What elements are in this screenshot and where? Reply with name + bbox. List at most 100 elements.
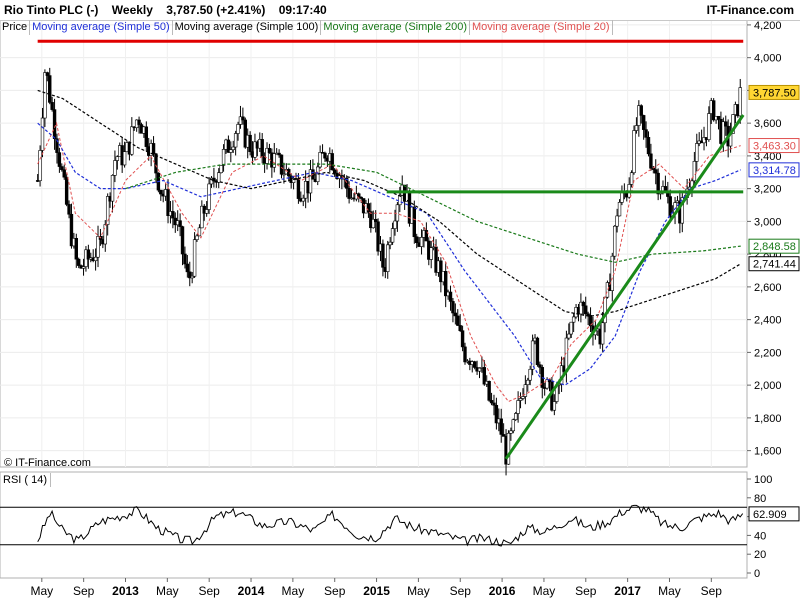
candle-body [219, 165, 223, 174]
y-tick-label: 3,600 [754, 118, 782, 130]
rsi-tick-label: 20 [754, 549, 766, 561]
candle-body [530, 340, 535, 370]
candle-body [584, 305, 588, 315]
x-tick-label: May [533, 584, 556, 598]
rsi-tick-label: 80 [754, 493, 766, 505]
candle-body [472, 361, 477, 368]
candle-body [419, 237, 424, 247]
price-chart[interactable]: 4,2004,0003,8003,6003,4003,2003,0002,800… [0, 0, 800, 600]
legend-ma200[interactable]: Moving average (Simple 200) [321, 20, 471, 35]
candle-body [151, 143, 156, 155]
y-tick-label: 4,000 [754, 53, 782, 65]
y-tick-label: 2,200 [754, 347, 782, 359]
candle-body [390, 228, 395, 243]
candle-body [381, 243, 385, 268]
x-tick-label: Sep [324, 584, 346, 598]
candle-body [716, 115, 721, 120]
candle-body [415, 236, 419, 244]
candle-body [386, 244, 390, 272]
candle-body [195, 235, 199, 240]
x-tick-label: 2015 [363, 584, 390, 598]
candle-body [463, 346, 467, 363]
candle-body [724, 121, 728, 127]
candle-body [185, 263, 190, 273]
last-price-badge-text: 3,787.50 [753, 87, 796, 99]
candle-body [296, 178, 301, 199]
candle-body [615, 215, 619, 227]
candle-body [204, 209, 209, 214]
ma20-badge-text: 3,463.30 [753, 141, 796, 153]
instrument-name: Rio Tinto PLC (-) [4, 3, 99, 17]
candle-body [93, 256, 98, 262]
rsi-panel [0, 471, 748, 579]
candle-body [221, 149, 226, 166]
legend-ma50[interactable]: Moving average (Simple 50) [30, 20, 173, 35]
candle-body [62, 169, 66, 178]
candle-body [429, 247, 433, 260]
candle-body [451, 301, 455, 314]
x-tick-label: 2014 [238, 584, 265, 598]
candle-body [267, 147, 272, 154]
x-tick-label: Sep [450, 584, 472, 598]
x-axis: May Sep 2013 May Sep 2014 May Sep 2015 May Sep 2016… [30, 578, 722, 598]
candle-body [511, 419, 515, 432]
candle-body [137, 119, 141, 125]
candle-body [499, 418, 503, 435]
y-tick-label: 2,400 [754, 315, 782, 327]
candle-body [178, 220, 182, 227]
candle-body [646, 137, 651, 155]
candle-body [393, 220, 397, 229]
candle-body [514, 413, 518, 420]
ma200-badge-text: 2,848.58 [753, 241, 796, 253]
ma50-badge-text: 3,314.78 [753, 165, 796, 177]
y-tick-label: 2,000 [754, 380, 782, 392]
candle-body [644, 129, 648, 138]
brand-label: IT-Finance.com [706, 3, 794, 17]
x-tick-label: May [658, 584, 681, 598]
x-tick-label: Sep [575, 584, 597, 598]
candle-body [506, 432, 511, 465]
time-label: 09:17:40 [278, 3, 327, 17]
indicator-legend: Price Moving average (Simple 50) Moving av… [0, 20, 613, 35]
x-tick-label: 2013 [112, 584, 139, 598]
candle-body [40, 117, 45, 151]
candle-body [458, 325, 462, 331]
candle-body [634, 125, 639, 131]
candle-body [654, 169, 658, 174]
candle-body [60, 166, 64, 170]
candle-body [366, 203, 371, 212]
x-tick-label: May [282, 584, 305, 598]
candle-body [231, 146, 235, 151]
candle-body [695, 143, 699, 162]
candle-body [77, 258, 81, 266]
candle-body [122, 151, 127, 166]
x-tick-label: May [30, 584, 53, 598]
candle-body [212, 177, 216, 182]
candle-body [192, 239, 197, 277]
candle-body [347, 188, 351, 199]
candle-body [229, 149, 233, 153]
rsi-label[interactable]: RSI ( 14) [0, 473, 52, 487]
candle-body [707, 113, 711, 140]
legend-ma100[interactable]: Moving average (Simple 100) [173, 20, 322, 35]
candle-body [144, 126, 149, 147]
main-panel [0, 19, 748, 468]
candle-body [460, 330, 465, 348]
candle-body [233, 133, 238, 148]
candle-body [492, 402, 496, 406]
y-tick-label: 2,600 [754, 282, 782, 294]
legend-ma20[interactable]: Moving average (Simple 20) [470, 20, 613, 35]
rsi-tick-label: 100 [754, 474, 772, 486]
candle-body [395, 204, 400, 222]
candle-body [535, 337, 540, 365]
period-label[interactable]: Weekly [112, 3, 153, 17]
candle-body [571, 316, 576, 323]
candle-body [183, 253, 187, 265]
candle-body [103, 224, 107, 245]
candle-body [48, 75, 52, 103]
candle-body [332, 169, 337, 174]
legend-price[interactable]: Price [0, 20, 31, 35]
y-tick-label: 3,000 [754, 216, 782, 228]
candle-body [639, 105, 643, 116]
y-tick-label: 1,600 [754, 446, 782, 458]
